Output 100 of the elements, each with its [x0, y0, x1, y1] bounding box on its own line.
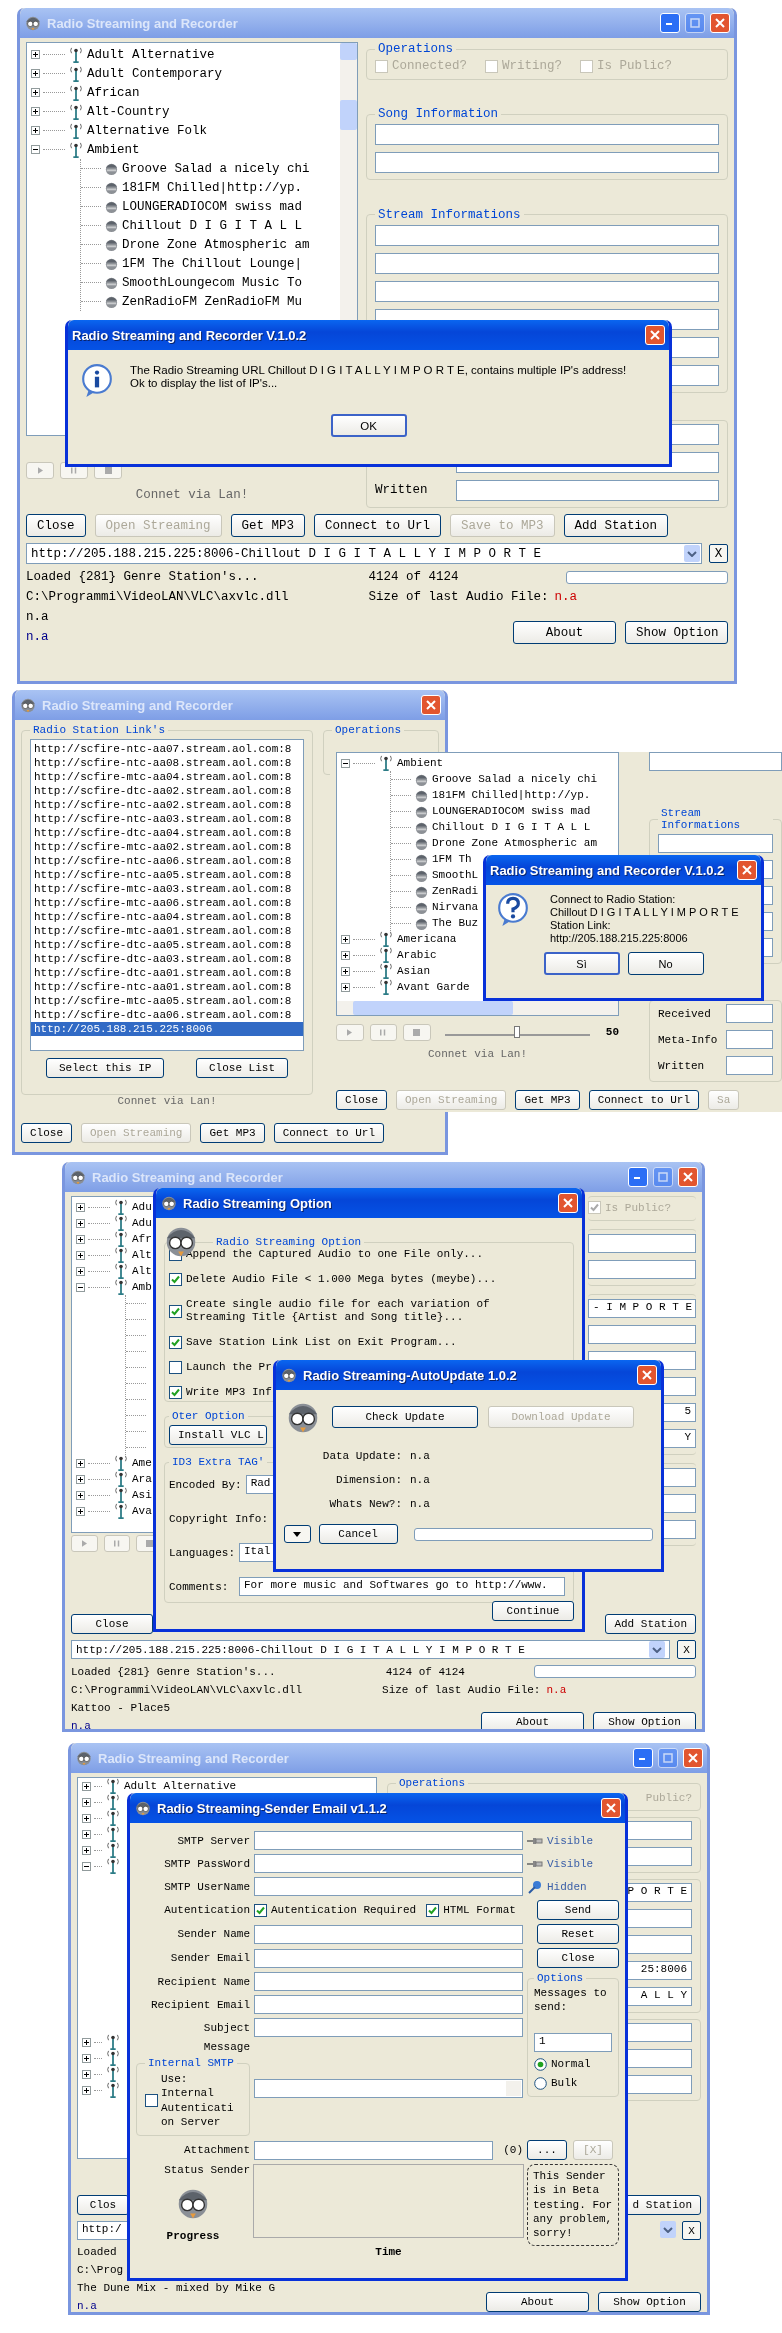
tree-item[interactable]: Nirvana [432, 901, 479, 913]
tree-item[interactable]: Adult Alternative [87, 47, 215, 62]
tree-item[interactable]: ZenRadi [432, 885, 479, 897]
button[interactable]: Connect to Url [314, 514, 442, 537]
button[interactable]: Cancel [318, 1524, 398, 1544]
tree-item[interactable]: ZenRadioFM ZenRadioFM Mu [122, 294, 303, 309]
tree-item[interactable]: Chillout D I G I T A L L [122, 218, 303, 233]
clear-button[interactable]: X [682, 2221, 701, 2240]
tree-item[interactable]: Adult Alternative [124, 1780, 237, 1792]
tree-item[interactable]: 1FM Th [432, 853, 472, 865]
text-field[interactable]: - I M P O R T E [588, 1299, 696, 1318]
text-field[interactable]: Rad [245, 1475, 276, 1495]
button[interactable]: Connect to Url [273, 1123, 385, 1143]
tree-item[interactable]: 181FM Chilled|http://yp. [122, 180, 303, 195]
list-item[interactable]: http://scfire-dtc-aa03.stream.aol.com:8 [31, 952, 303, 966]
list-item[interactable]: http://205.188.215.225:8006 [31, 1022, 303, 1036]
tree-item[interactable]: Groove Salad a nicely chi [122, 161, 310, 176]
button[interactable]: Reset [537, 1924, 619, 1944]
tree-item[interactable]: Ambient [87, 142, 140, 157]
list-item[interactable]: http://scfire-ntc-aa06.stream.aol.com:8 [31, 854, 303, 868]
list-item[interactable]: http://scfire-dtc-aa06.stream.aol.com:8 [31, 1008, 303, 1022]
button[interactable]: Close List [196, 1058, 288, 1078]
button[interactable]: Get MP3 [200, 1123, 265, 1143]
list-item[interactable]: http://scfire-mtc-aa05.stream.aol.com:8 [31, 994, 303, 1008]
tree-item[interactable]: 1FM The Chillout Lounge| [122, 256, 303, 271]
button[interactable]: Check Update [332, 1406, 478, 1428]
text-field[interactable]: For more music and Softwares go to http://www. [239, 1577, 565, 1597]
ok-button[interactable]: OK [330, 414, 407, 437]
tree-item[interactable]: Ambient [397, 757, 444, 769]
tree-item[interactable]: Drone Zone Atmospheric am [122, 237, 310, 252]
button[interactable]: Add Station [563, 514, 669, 537]
tree-item[interactable]: 181FM Chilled|http://yp. [432, 789, 591, 801]
tree-item[interactable]: Adult Contemporary [87, 66, 223, 81]
list-item[interactable]: http://scfire-ntc-aa05.stream.aol.com:8 [31, 868, 303, 882]
list-item[interactable]: http://scfire-ntc-aa08.stream.aol.com:8 [31, 756, 303, 770]
button[interactable]: About [481, 1712, 584, 1729]
tree-item[interactable]: Amb [132, 1281, 152, 1293]
tree-item[interactable]: Ame [132, 1457, 152, 1469]
list-item[interactable]: http://scfire-mtc-aa02.stream.aol.com:8 [31, 840, 303, 854]
list-item[interactable]: http://scfire-dtc-aa02.stream.aol.com:8 [31, 784, 303, 798]
button[interactable]: Close [71, 1614, 153, 1634]
clear-button[interactable]: X [677, 1640, 696, 1659]
tree-item[interactable]: Ava [132, 1505, 152, 1517]
button[interactable]: Show Option [593, 1712, 696, 1729]
tree-item[interactable]: SmoothL [432, 869, 479, 881]
button[interactable]: Close [21, 1123, 72, 1143]
tree-item[interactable]: Groove Salad a nicely chi [432, 773, 598, 785]
list-item[interactable]: http://scfire-ntc-aa04.stream.aol.com:8 [31, 910, 303, 924]
button[interactable]: Send [537, 1900, 619, 1920]
button[interactable]: Continue [492, 1601, 574, 1622]
clear-button[interactable]: X [709, 544, 728, 563]
button[interactable]: Install VLC L [169, 1425, 267, 1446]
title-bar[interactable]: Radio Streaming-AutoUpdate 1.0.2 [276, 1360, 661, 1390]
tree-item[interactable]: LOUNGERADIOCOM swiss mad [122, 199, 303, 214]
tree-item[interactable]: Drone Zone Atmospheric am [432, 837, 598, 849]
title-bar[interactable]: Radio Streaming Option [156, 1188, 582, 1218]
tree-item[interactable]: Alt [132, 1265, 152, 1277]
tree-item[interactable]: Afr [132, 1233, 152, 1245]
button[interactable]: Sì [543, 952, 620, 975]
button[interactable]: Connect to Url [588, 1090, 700, 1110]
list-item[interactable]: http://scfire-ntc-aa02.stream.aol.com:8 [31, 798, 303, 812]
button[interactable]: Get MP3 [230, 514, 306, 537]
tree-item[interactable]: Alt [132, 1249, 152, 1261]
button[interactable]: Add Station [605, 1614, 696, 1634]
list-item[interactable]: http://scfire-ntc-aa07.stream.aol.com:8 [31, 742, 303, 756]
title-bar[interactable]: Radio Streaming-Sender Email v1.1.2 [130, 1793, 625, 1823]
url-combo-box[interactable]: http://205.188.215.225:8006-Chillout D I G I T A L L Y I M P O R T E [26, 543, 702, 564]
button[interactable]: Select this IP [46, 1058, 165, 1078]
title-bar[interactable]: Radio Streaming and Recorder V.1.0.2 [68, 320, 669, 350]
tree-item[interactable]: LOUNGERADIOCOM swiss mad [432, 805, 591, 817]
button[interactable]: Show Option [625, 621, 728, 644]
tree-item[interactable]: Alternative Folk [87, 123, 208, 138]
tree-item[interactable]: Asian [397, 965, 430, 977]
list-item[interactable]: http://scfire-mtc-aa06.stream.aol.com:8 [31, 896, 303, 910]
tree-item[interactable]: African [87, 85, 140, 100]
url-combo-box[interactable]: http://205.188.215.225:8006-Chillout D I G I T A L L Y I M P O R T E [71, 1640, 670, 1659]
list-item[interactable]: http://scfire-dtc-aa01.stream.aol.com:8 [31, 966, 303, 980]
button[interactable]: Show Option [598, 2292, 701, 2312]
button[interactable]: Get MP3 [515, 1090, 580, 1110]
tree-item[interactable]: Avant Garde [397, 981, 470, 993]
button[interactable]: Close [537, 1948, 619, 1968]
visibility-link[interactable]: Visible [547, 1834, 594, 1847]
list-item[interactable]: http://scfire-ntc-aa03.stream.aol.com:8 [31, 812, 303, 826]
button[interactable]: Close [336, 1090, 387, 1110]
tree-item[interactable]: Chillout D I G I T A L L [432, 821, 591, 833]
tree-item[interactable]: Arabic [397, 949, 437, 961]
visibility-link[interactable]: Hidden [547, 1880, 587, 1893]
tree-item[interactable]: SmoothLoungecom Music To [122, 275, 303, 290]
list-item[interactable]: http://scfire-dtc-aa05.stream.aol.com:8 [31, 938, 303, 952]
button[interactable]: About [513, 621, 616, 644]
visibility-link[interactable]: Visible [547, 1857, 594, 1870]
tree-item[interactable]: The Buz [432, 917, 479, 929]
button[interactable]: Close [26, 514, 86, 537]
list-item[interactable]: http://scfire-mtc-aa01.stream.aol.com:8 [31, 924, 303, 938]
title-bar[interactable]: Radio Streaming and Recorder V.1.0.2 [486, 855, 761, 885]
list-item[interactable]: http://scfire-mtc-aa04.stream.aol.com:8 [31, 770, 303, 784]
text-field[interactable]: Ital [239, 1543, 276, 1563]
button[interactable]: ... [527, 2140, 567, 2161]
list-item[interactable]: http://scfire-dtc-aa04.stream.aol.com:8 [31, 826, 303, 840]
tree-item[interactable]: Ara [132, 1473, 152, 1485]
